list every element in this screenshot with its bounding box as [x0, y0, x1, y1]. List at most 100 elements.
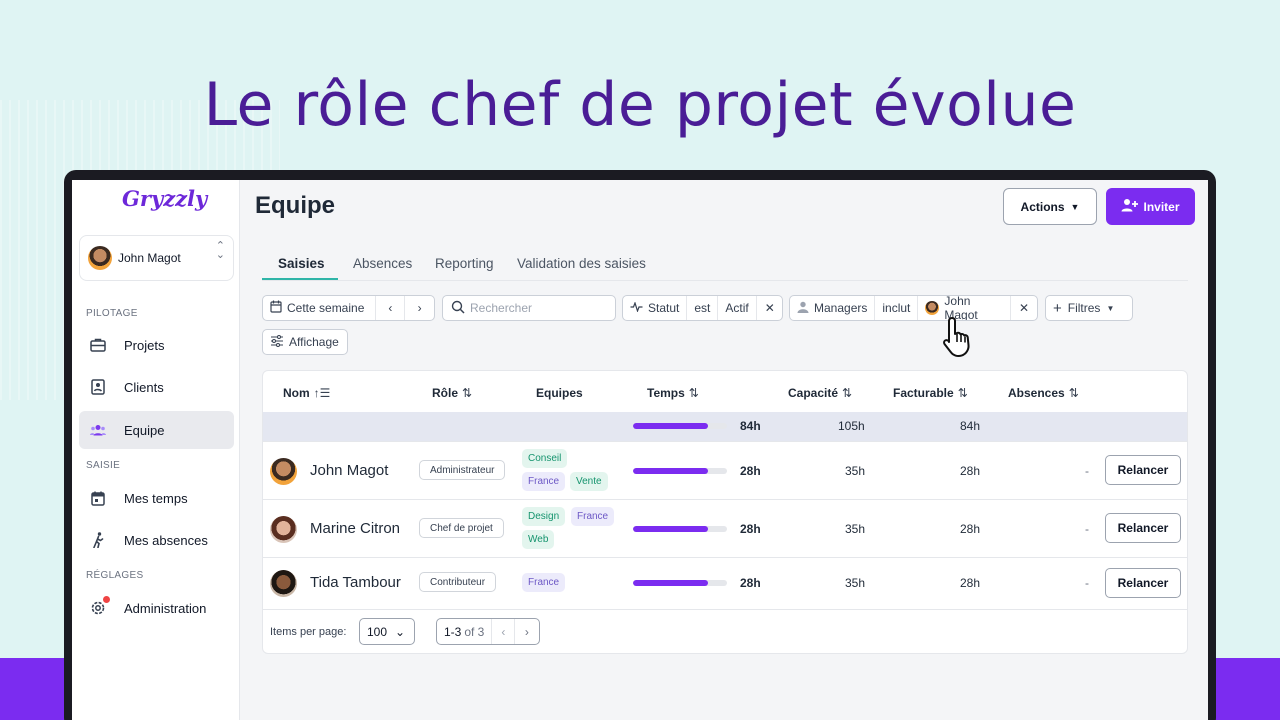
- plus-icon: +: [1053, 299, 1062, 317]
- sidebar: Gryzzly John Magot ⌃ ⌄ PILOTAGE Projets C…: [72, 180, 240, 720]
- chevron-left-icon: ‹: [501, 624, 506, 639]
- column-header-equipes: Equipes: [536, 386, 583, 400]
- period-selector: Cette semaine ‹ ›: [262, 295, 435, 321]
- total-capacite: 105h: [838, 419, 865, 433]
- close-icon: ✕: [1018, 301, 1029, 315]
- sidebar-item-label: Clients: [124, 379, 164, 395]
- period-button[interactable]: Cette semaine: [263, 296, 377, 320]
- items-per-page-select[interactable]: 100 ⌄: [359, 618, 415, 645]
- pager: 1-3 of 3 ‹ ›: [436, 618, 540, 645]
- row-temps: 28h: [740, 464, 761, 478]
- table-row[interactable]: Tida Tambour Contributeur France 28h 35h…: [263, 557, 1187, 609]
- display-options-button[interactable]: Affichage: [262, 329, 348, 355]
- walking-person-icon: [89, 531, 107, 549]
- caret-down-icon: ▼: [1070, 201, 1080, 212]
- actions-button[interactable]: Actions ▼: [1003, 188, 1097, 225]
- row-capacite: 35h: [845, 576, 866, 590]
- calendar-icon: [270, 300, 282, 316]
- tab-validation-des-saisies[interactable]: Validation des saisies: [517, 256, 646, 271]
- team-tag: Conseil: [522, 449, 568, 468]
- relancer-button[interactable]: Relancer: [1105, 455, 1181, 485]
- invite-button[interactable]: Inviter: [1106, 188, 1195, 225]
- column-header-role[interactable]: Rôle ⇅: [432, 386, 472, 400]
- section-label-reglages: RÉGLAGES: [86, 570, 144, 581]
- sort-icon: ⇅: [1068, 386, 1079, 400]
- sidebar-item-mes-absences[interactable]: Mes absences: [79, 521, 234, 559]
- column-header-nom[interactable]: Nom ↑☰: [283, 386, 330, 400]
- section-label-pilotage: PILOTAGE: [86, 308, 138, 319]
- caret-down-icon: ▼: [1106, 303, 1115, 313]
- headline: Le rôle chef de projet évolue: [203, 70, 1077, 140]
- team-tag: France: [571, 507, 615, 526]
- row-absences: -: [1085, 464, 1089, 478]
- sidebar-item-label: Equipe: [124, 422, 165, 438]
- notification-dot: [103, 596, 110, 603]
- pagination-bar: Items per page: 100 ⌄ 1-3 of 3 ‹ ›: [263, 609, 1187, 653]
- sidebar-item-projets[interactable]: Projets: [79, 326, 234, 364]
- chevron-updown-icon: ⌃ ⌄: [215, 240, 225, 261]
- contact-card-icon: [89, 378, 107, 396]
- gear-icon: [89, 596, 110, 617]
- avatar: [270, 570, 297, 597]
- row-facturable: 28h: [960, 464, 981, 478]
- team-tag: Design: [522, 507, 566, 526]
- user-switcher[interactable]: John Magot ⌃ ⌄: [79, 235, 234, 281]
- hand-cursor-icon: [943, 317, 970, 358]
- period-next-button[interactable]: ›: [405, 296, 434, 320]
- search-input[interactable]: Rechercher: [442, 295, 616, 321]
- column-header-temps[interactable]: Temps ⇅: [647, 386, 699, 400]
- sidebar-item-label: Projets: [124, 337, 165, 353]
- row-capacite: 35h: [845, 522, 866, 536]
- add-user-icon: [1121, 198, 1139, 215]
- briefcase-icon: [89, 336, 107, 354]
- items-per-page-value: 100: [367, 624, 388, 639]
- app-logo[interactable]: Gryzzly: [122, 186, 207, 211]
- relancer-button[interactable]: Relancer: [1105, 513, 1181, 543]
- filter-statut-value[interactable]: Actif: [718, 296, 757, 320]
- page-title: Equipe: [255, 192, 336, 219]
- chevron-right-icon: ›: [524, 624, 529, 639]
- tab-bar: Saisies Absences Reporting Validation de…: [262, 250, 1188, 281]
- period-prev-button[interactable]: ‹: [376, 296, 406, 320]
- filter-statut-remove-button[interactable]: ✕: [757, 296, 782, 320]
- active-tab-indicator: [262, 278, 338, 280]
- tab-absences[interactable]: Absences: [353, 256, 412, 271]
- pager-next-button[interactable]: ›: [515, 619, 538, 644]
- tab-saisies[interactable]: Saisies: [278, 256, 325, 271]
- table-row[interactable]: John Magot Administrateur Conseil France…: [263, 441, 1187, 499]
- sidebar-item-mes-temps[interactable]: Mes temps: [79, 479, 234, 517]
- role-badge: Administrateur: [419, 460, 506, 480]
- column-header-facturable[interactable]: Facturable ⇅: [893, 386, 968, 400]
- relancer-button[interactable]: Relancer: [1105, 568, 1181, 598]
- filter-managers-remove-button[interactable]: ✕: [1011, 296, 1037, 320]
- row-name: Marine Citron: [310, 520, 401, 537]
- period-label: Cette semaine: [287, 301, 365, 315]
- add-filter-button[interactable]: + Filtres ▼: [1045, 295, 1133, 321]
- row-temps: 28h: [740, 576, 761, 590]
- row-facturable: 28h: [960, 576, 981, 590]
- sidebar-item-administration[interactable]: Administration: [79, 589, 234, 627]
- row-temps: 28h: [740, 522, 761, 536]
- sort-icon: ⇅: [842, 386, 853, 400]
- row-capacite: 35h: [845, 464, 866, 478]
- sort-icon: ⇅: [957, 386, 968, 400]
- app-screen: Gryzzly John Magot ⌃ ⌄ PILOTAGE Projets C…: [72, 180, 1208, 720]
- person-icon: [797, 301, 809, 316]
- activity-icon: [630, 301, 643, 315]
- pager-range: 1-3 of 3: [437, 619, 493, 644]
- filter-statut-operator[interactable]: est: [687, 296, 719, 320]
- table-row[interactable]: Marine Citron Chef de projet Design Fran…: [263, 499, 1187, 557]
- tab-reporting[interactable]: Reporting: [435, 256, 494, 271]
- sidebar-item-equipe[interactable]: Equipe: [79, 411, 234, 449]
- add-filter-label: Filtres: [1067, 301, 1101, 315]
- filter-statut-field[interactable]: Statut: [623, 296, 688, 320]
- actions-button-label: Actions: [1020, 199, 1065, 214]
- column-header-absences[interactable]: Absences ⇅: [1008, 386, 1079, 400]
- pager-prev-button[interactable]: ‹: [492, 619, 516, 644]
- filter-managers-operator[interactable]: inclut: [875, 296, 919, 320]
- column-header-capacite[interactable]: Capacité ⇅: [788, 386, 852, 400]
- row-facturable: 28h: [960, 522, 981, 536]
- sidebar-item-clients[interactable]: Clients: [79, 368, 234, 406]
- total-facturable: 84h: [960, 419, 981, 433]
- filter-managers-field[interactable]: Managers: [790, 296, 876, 320]
